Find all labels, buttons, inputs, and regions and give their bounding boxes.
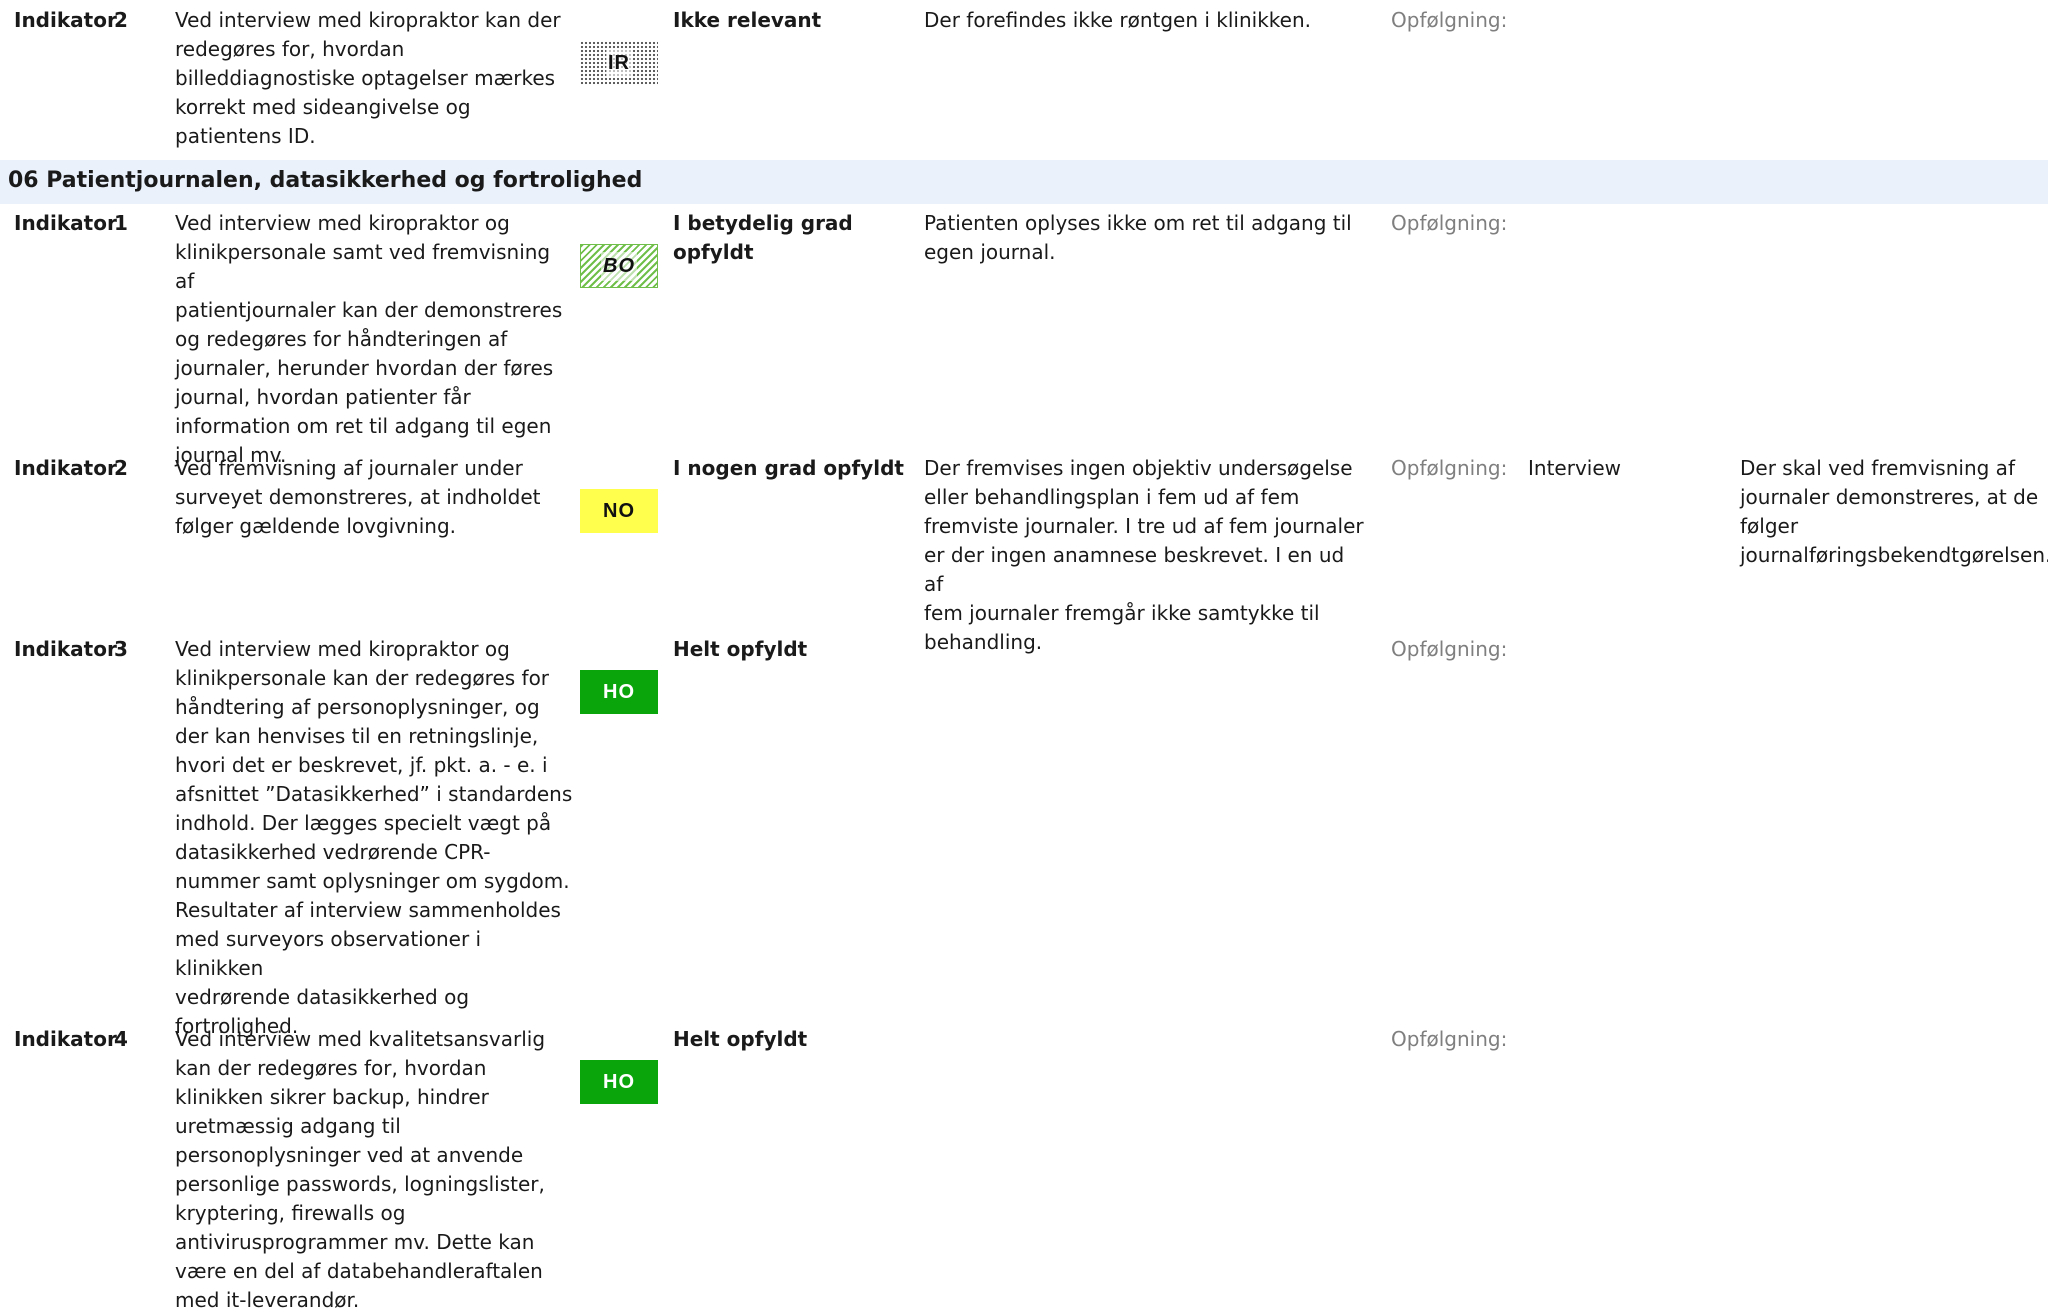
solid-green-badge-icon: HO	[580, 670, 658, 714]
indicator-label: Indikator	[14, 8, 117, 32]
finding-text: Der forefindes ikke røntgen i klinikken.	[924, 8, 1312, 32]
indicator-number: 4	[114, 1027, 128, 1051]
indicator-row: Indikator 3 Ved interview med kiroprakto…	[0, 635, 2048, 1038]
badge-code: IR	[606, 48, 632, 78]
indicator-description: Ved interview med kvalitetsansvarlig kan…	[175, 1027, 546, 1312]
indicator-label: Indikator	[14, 1027, 117, 1051]
status-label: I betydelig grad opfyldt	[673, 211, 853, 264]
hatched-green-badge-icon: BO	[580, 244, 658, 288]
indicator-row: Indikator 2 Ved fremvisning af journaler…	[0, 454, 2048, 654]
solid-green-badge-icon: HO	[580, 1060, 658, 1104]
indicator-label: Indikator	[14, 211, 117, 235]
section-header: 06 Patientjournalen, datasikkerhed og fo…	[0, 160, 2048, 204]
section-title: 06 Patientjournalen, datasikkerhed og fo…	[8, 168, 643, 193]
follow-up-label: Opfølgning:	[1391, 1027, 1508, 1051]
badge-code: HO	[603, 1070, 635, 1093]
indicator-label: Indikator	[14, 456, 117, 480]
indicator-description: Ved interview med kiropraktor kan der re…	[175, 8, 561, 148]
finding-text: Der fremvises ingen objektiv undersøgels…	[924, 456, 1364, 654]
indicator-number: 3	[114, 637, 128, 661]
status-badge: HO	[580, 641, 658, 714]
finding-text: Patienten oplyses ikke om ret til adgang…	[924, 211, 1352, 264]
indicator-number: 1	[114, 211, 128, 235]
status-badge: HO	[580, 1031, 658, 1104]
indicator-row: Indikator 2 Ved interview med kiroprakto…	[0, 6, 2048, 156]
follow-up-label: Opfølgning:	[1391, 456, 1508, 480]
badge-code: NO	[603, 499, 635, 522]
status-label: Helt opfyldt	[673, 637, 808, 661]
indicator-number: 2	[114, 8, 128, 32]
dotted-pattern-badge-icon: IR	[580, 41, 658, 85]
indicator-description: Ved fremvisning af journaler under surve…	[175, 456, 541, 538]
indicator-description: Ved interview med kiropraktor og klinikp…	[175, 211, 563, 467]
indicator-row: Indikator 1 Ved interview med kiroprakto…	[0, 209, 2048, 467]
follow-up-label: Opfølgning:	[1391, 211, 1508, 235]
indicator-row: Indikator 4 Ved interview med kvalitetsa…	[0, 1025, 2048, 1312]
status-badge: BO	[580, 215, 658, 288]
indicator-description: Ved interview med kiropraktor og klinikp…	[175, 637, 573, 1038]
indicator-label: Indikator	[14, 637, 117, 661]
follow-up-method: Interview	[1528, 456, 1621, 480]
status-badge: IR	[580, 12, 658, 85]
follow-up-label: Opfølgning:	[1391, 637, 1508, 661]
status-label: Ikke relevant	[673, 8, 822, 32]
follow-up-label: Opfølgning:	[1391, 8, 1508, 32]
status-label: Helt opfyldt	[673, 1027, 808, 1051]
yellow-badge-icon: NO	[580, 489, 658, 533]
badge-code: HO	[603, 680, 635, 703]
status-label: I nogen grad opfyldt	[673, 456, 904, 480]
status-badge: NO	[580, 460, 658, 533]
follow-up-requirement: Der skal ved fremvisning af journaler de…	[1740, 456, 2048, 567]
badge-code: BO	[601, 251, 637, 281]
indicator-number: 2	[114, 456, 128, 480]
